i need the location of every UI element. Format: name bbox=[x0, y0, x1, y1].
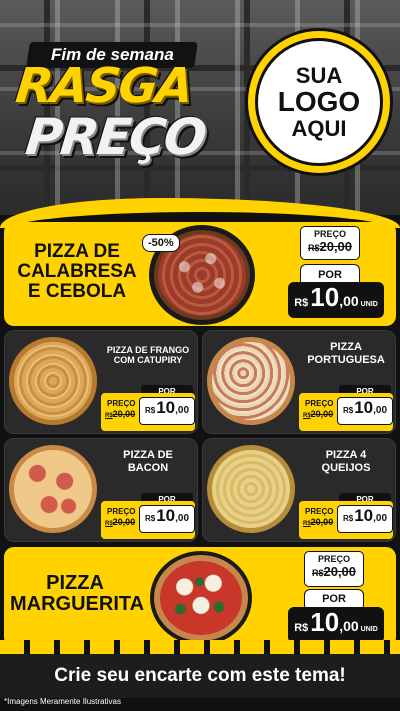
product-name-line: PORTUGUESA bbox=[307, 353, 385, 366]
old-price-box: PREÇO R$20,00 bbox=[304, 551, 364, 587]
preco-label: PREÇO bbox=[317, 554, 350, 564]
product-card-4-queijos[interactable]: PIZZA 4 QUEIJOS POR PREÇO R$20,00 R$ 10 … bbox=[202, 438, 396, 542]
currency: R$ bbox=[144, 406, 156, 415]
currency: R$ bbox=[294, 297, 309, 309]
por-label: POR bbox=[322, 593, 346, 605]
old-price-value: 20,00 bbox=[112, 409, 136, 419]
new-price: R$ 10 ,00 bbox=[139, 505, 195, 533]
pizza-portuguesa-image bbox=[207, 337, 295, 425]
logo-text-1: SUA bbox=[295, 63, 343, 89]
product-name-line: QUEIJOS bbox=[321, 461, 371, 474]
product-name: PIZZA DE CALABRESA E CEBOLA bbox=[12, 242, 142, 302]
currency: R$ bbox=[144, 514, 156, 523]
product-name-line: PIZZA DE bbox=[34, 241, 120, 262]
title-preco: PREÇO bbox=[22, 108, 208, 166]
old-currency: R$ bbox=[105, 413, 113, 419]
footer-cta-bar[interactable]: Crie seu encarte com este tema! bbox=[0, 654, 400, 698]
price-integer: 10 bbox=[354, 398, 374, 417]
preco-label: PREÇO bbox=[107, 507, 136, 516]
product-name: PIZZA PORTUGUESA bbox=[295, 341, 395, 366]
price-integer: 10 bbox=[354, 506, 374, 525]
new-price: R$ 10 ,00 UNID bbox=[288, 282, 384, 318]
old-currency: R$ bbox=[307, 243, 320, 253]
header-banner: Fim de semana RASGA PREÇO SUA LOGO AQUI bbox=[0, 0, 400, 215]
price-decimal: ,00 bbox=[339, 618, 359, 634]
currency: R$ bbox=[342, 514, 354, 523]
product-name-line: CALABRESA bbox=[17, 260, 137, 282]
old-price: R$20,00 bbox=[105, 517, 135, 527]
disclaimer: *Imagens Meramente Ilustrativas bbox=[4, 697, 121, 706]
new-price: R$ 10 ,00 bbox=[139, 397, 195, 425]
price-integer: 10 bbox=[310, 607, 340, 637]
old-price-box: PREÇO R$20,00 bbox=[300, 226, 360, 260]
currency: R$ bbox=[342, 406, 354, 415]
old-price-value: 20,00 bbox=[310, 517, 334, 527]
cta-text: Crie seu encarte com este tema! bbox=[54, 665, 346, 686]
discount-badge: -50% bbox=[142, 234, 180, 252]
price-decimal: ,00 bbox=[339, 293, 359, 309]
old-price-value: 20,00 bbox=[112, 517, 136, 527]
product-name-line: COM CATUPIRY bbox=[113, 355, 183, 366]
pizza-marguerita-image bbox=[154, 555, 248, 641]
product-name: PIZZA DE FRANGO COM CATUPIRY bbox=[97, 345, 197, 366]
featured-card-calabresa[interactable]: PIZZA DE CALABRESA E CEBOLA -50% PREÇO R… bbox=[4, 222, 396, 326]
preco-label: PREÇO bbox=[305, 399, 334, 408]
new-price: R$ 10 ,00 bbox=[337, 505, 393, 533]
old-price: R$20,00 bbox=[303, 517, 333, 527]
pizza-frango-image bbox=[9, 337, 97, 425]
new-price: R$ 10 ,00 UNID bbox=[288, 607, 384, 643]
featured-card-marguerita[interactable]: PIZZA MARGUERITA PREÇO R$20,00 POR R$ 10… bbox=[4, 547, 396, 647]
logo-placeholder: SUA LOGO AQUI bbox=[245, 28, 393, 176]
price-decimal: ,00 bbox=[373, 405, 388, 416]
product-name-line: PIZZA 4 bbox=[325, 449, 367, 461]
product-name-line: E CEBOLA bbox=[27, 280, 127, 302]
product-name: PIZZA DE BACON bbox=[97, 449, 197, 474]
unit-label: UNID bbox=[360, 301, 378, 308]
preco-label: PREÇO bbox=[313, 229, 346, 239]
product-name-line: PIZZA DE FRANGO bbox=[106, 345, 190, 355]
product-name: PIZZA MARGUERITA bbox=[10, 572, 145, 615]
title-rasga: RASGA bbox=[13, 58, 195, 114]
logo-text-2: LOGO bbox=[277, 86, 361, 118]
price-integer: 10 bbox=[310, 282, 340, 312]
preco-label: PREÇO bbox=[305, 507, 334, 516]
price-decimal: ,00 bbox=[175, 405, 190, 416]
product-card-frango[interactable]: PIZZA DE FRANGO COM CATUPIRY POR PREÇO R… bbox=[4, 330, 198, 434]
old-price: R$20,00 bbox=[303, 409, 333, 419]
old-price-value: 20,00 bbox=[323, 564, 357, 579]
old-price-value: 20,00 bbox=[310, 409, 334, 419]
product-card-portuguesa[interactable]: PIZZA PORTUGUESA POR PREÇO R$20,00 R$ 10… bbox=[202, 330, 396, 434]
product-name-line: PIZZA bbox=[330, 341, 362, 353]
product-name-line: BACON bbox=[127, 461, 169, 474]
old-price: R$20,00 bbox=[105, 409, 135, 419]
unit-label: UNID bbox=[360, 626, 378, 633]
old-currency: R$ bbox=[311, 568, 324, 578]
old-currency: R$ bbox=[303, 521, 311, 527]
old-price: R$20,00 bbox=[305, 564, 363, 579]
old-price-value: 20,00 bbox=[319, 239, 353, 254]
product-name-line: PIZZA DE bbox=[123, 449, 173, 461]
product-card-bacon[interactable]: PIZZA DE BACON POR PREÇO R$20,00 R$ 10 ,… bbox=[4, 438, 198, 542]
old-currency: R$ bbox=[303, 413, 311, 419]
por-label: POR bbox=[318, 269, 342, 281]
product-name: PIZZA 4 QUEIJOS bbox=[295, 449, 395, 474]
logo-circle: SUA LOGO AQUI bbox=[255, 38, 383, 166]
old-price: R$20,00 bbox=[301, 239, 359, 254]
new-price: R$ 10 ,00 bbox=[337, 397, 393, 425]
logo-text-3: AQUI bbox=[291, 115, 347, 141]
currency: R$ bbox=[294, 622, 309, 634]
price-integer: 10 bbox=[156, 506, 176, 525]
price-decimal: ,00 bbox=[373, 513, 388, 524]
preco-label: PREÇO bbox=[107, 399, 136, 408]
product-name-line: MARGUERITA bbox=[10, 593, 145, 615]
old-currency: R$ bbox=[105, 521, 113, 527]
price-integer: 10 bbox=[156, 398, 176, 417]
price-decimal: ,00 bbox=[175, 513, 190, 524]
pizza-4-queijos-image bbox=[207, 445, 295, 533]
pizza-bacon-image bbox=[9, 445, 97, 533]
product-name-line: PIZZA bbox=[46, 572, 104, 594]
